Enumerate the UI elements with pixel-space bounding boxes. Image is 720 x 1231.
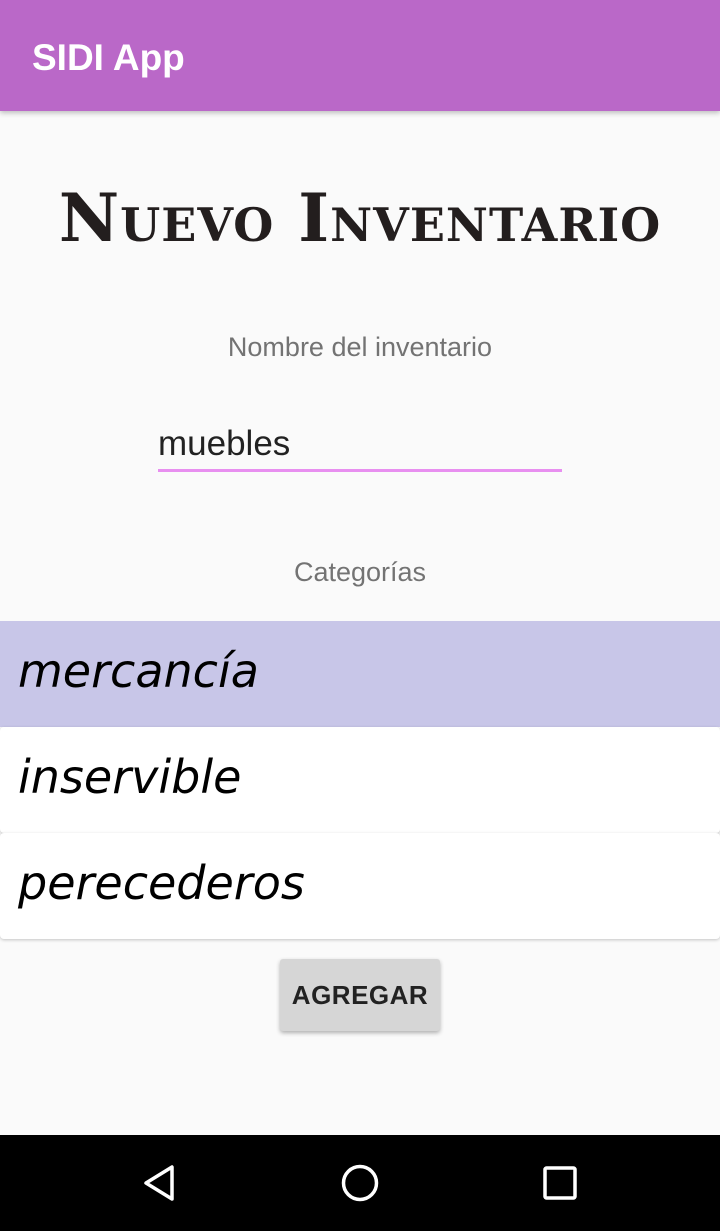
category-item-perecederos[interactable]: perecederos — [0, 833, 720, 939]
app-bar: SIDI App — [0, 0, 720, 111]
inventory-name-label: Nombre del inventario — [227, 332, 493, 362]
back-button[interactable] — [136, 1159, 184, 1207]
category-list: mercancía inservible perecederos — [0, 621, 720, 939]
app-title: SIDI App — [32, 37, 185, 78]
category-item-inservible[interactable]: inservible — [0, 727, 720, 833]
page-title: Nuevo Inventario — [58, 179, 662, 257]
triangle-back-icon — [144, 1165, 174, 1201]
screen: SIDI App Nuevo Inventario Nombre del inv… — [0, 0, 720, 1231]
add-button[interactable]: AGREGAR — [280, 959, 440, 1031]
inventory-name-input[interactable] — [158, 418, 562, 472]
navigation-bar — [0, 1135, 720, 1231]
square-recents-icon — [543, 1166, 577, 1200]
circle-home-icon — [341, 1164, 379, 1202]
categories-label: Categorías — [293, 557, 427, 587]
home-button[interactable] — [336, 1159, 384, 1207]
recents-button[interactable] — [536, 1159, 584, 1207]
category-item-mercancia[interactable]: mercancía — [0, 621, 720, 727]
